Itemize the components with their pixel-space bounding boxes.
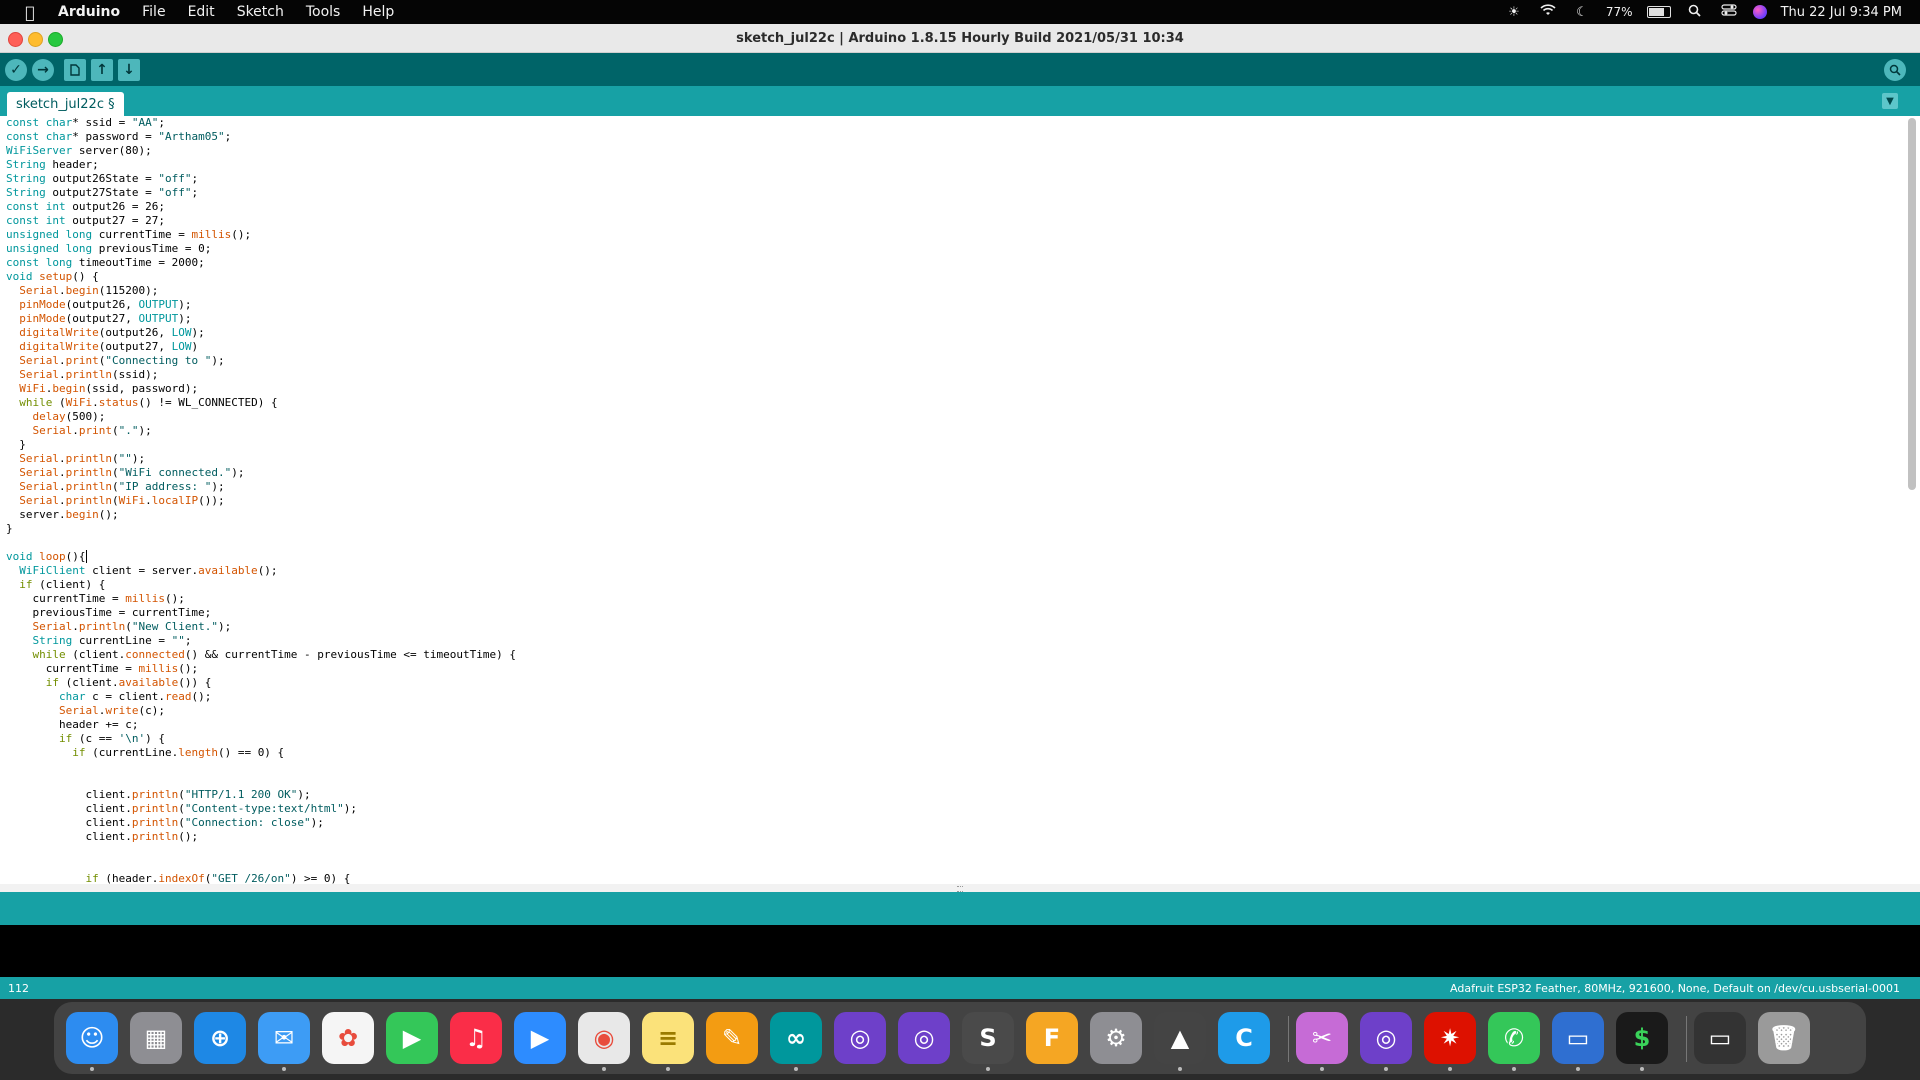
rocket-icon[interactable]: ▲	[1154, 1012, 1206, 1064]
arduino-toolbar: ✓ → ↑ ↓	[0, 53, 1920, 86]
control-center-icon[interactable]	[1719, 4, 1739, 20]
open-sketch-button[interactable]: ↑	[91, 59, 113, 81]
running-indicator	[1576, 1067, 1580, 1071]
status-footer: 112 Adafruit ESP32 Feather, 80MHz, 92160…	[0, 977, 1920, 999]
minimized-window-icon[interactable]: ▭	[1694, 1012, 1746, 1064]
code-editor[interactable]: const char* ssid = "AA"; const char* pas…	[0, 116, 1920, 884]
new-icon	[70, 64, 80, 76]
dock-separator	[1686, 1016, 1687, 1062]
music-icon[interactable]: ♫	[450, 1012, 502, 1064]
verify-icon: ✓	[10, 62, 22, 78]
github-icon[interactable]: ◎	[1360, 1012, 1412, 1064]
keynote-icon[interactable]: ▭	[1552, 1012, 1604, 1064]
code-text[interactable]: const char* ssid = "AA"; const char* pas…	[6, 116, 516, 884]
github-icon[interactable]: ◎	[834, 1012, 886, 1064]
running-indicator	[1320, 1067, 1324, 1071]
chevron-down-icon: ▼	[1886, 95, 1894, 107]
new-sketch-button[interactable]	[64, 59, 86, 81]
running-indicator	[794, 1067, 798, 1071]
menu-file[interactable]: File	[142, 4, 165, 20]
line-number: 112	[8, 981, 29, 995]
running-indicator	[1512, 1067, 1516, 1071]
menu-sketch[interactable]: Sketch	[237, 4, 284, 20]
save-icon: ↓	[123, 62, 135, 78]
verify-button[interactable]: ✓	[5, 59, 27, 81]
running-indicator	[602, 1067, 606, 1071]
upload-button[interactable]: →	[32, 59, 54, 81]
tab-label: sketch_jul22c §	[16, 96, 115, 112]
mathematica-icon[interactable]: ✷	[1424, 1012, 1476, 1064]
console-output[interactable]	[0, 925, 1920, 977]
apple-icon[interactable]: 	[20, 3, 40, 22]
tab-sketch[interactable]: sketch_jul22c §	[7, 92, 124, 116]
running-indicator	[1448, 1067, 1452, 1071]
battery-icon[interactable]	[1646, 6, 1671, 18]
facetime-icon[interactable]: ▶	[386, 1012, 438, 1064]
message-area	[0, 892, 1920, 925]
tab-menu-button[interactable]: ▼	[1882, 93, 1898, 109]
pages-icon[interactable]: ✎	[706, 1012, 758, 1064]
app-menu[interactable]: Arduino	[58, 4, 120, 20]
menubar-clock[interactable]: Thu 22 Jul 9:34 PM	[1781, 5, 1902, 20]
running-indicator	[90, 1067, 94, 1071]
running-indicator	[986, 1067, 990, 1071]
trash-icon[interactable]: 🗑	[1758, 1012, 1810, 1064]
running-indicator	[1178, 1067, 1182, 1071]
tab-bar: sketch_jul22c § ▼	[0, 86, 1920, 116]
zoom-icon[interactable]: ▶	[514, 1012, 566, 1064]
serial-monitor-button[interactable]	[1884, 59, 1906, 81]
mail-icon[interactable]: ✉	[258, 1012, 310, 1064]
arduino-icon[interactable]: ∞	[770, 1012, 822, 1064]
siri-icon[interactable]	[1752, 5, 1767, 19]
sublime-icon[interactable]: S	[962, 1012, 1014, 1064]
magnifier-icon	[1889, 64, 1901, 76]
running-indicator	[1640, 1067, 1644, 1071]
menu-help[interactable]: Help	[362, 4, 394, 20]
running-indicator	[666, 1067, 670, 1071]
launchpad-icon[interactable]: ▦	[130, 1012, 182, 1064]
window-minimize-button[interactable]	[28, 32, 43, 47]
running-indicator	[1384, 1067, 1388, 1071]
photos-icon[interactable]: ✿	[322, 1012, 374, 1064]
menu-tools[interactable]: Tools	[306, 4, 341, 20]
open-icon: ↑	[96, 62, 108, 78]
wifi-icon[interactable]	[1538, 4, 1558, 20]
cura-icon[interactable]: C	[1218, 1012, 1270, 1064]
window-title: sketch_jul22c | Arduino 1.8.15 Hourly Bu…	[736, 30, 1184, 46]
running-indicator	[282, 1067, 286, 1071]
upload-icon: →	[37, 62, 49, 78]
focus-moon-icon[interactable]: ☾	[1572, 5, 1592, 20]
editor-console-divider[interactable]	[0, 884, 1920, 892]
fusion-icon[interactable]: F	[1026, 1012, 1078, 1064]
dock: ☺ ▦ ⊕ ✉ ✿ ▶ ♫ ▶ ◉ ≡ ✎ ∞ ◎ ◎ S F ⚙ ▲ C ✂ ◎ ✷ ✆ ▭ $ ▭ 🗑	[54, 1002, 1866, 1074]
terminal-icon[interactable]: $	[1616, 1012, 1668, 1064]
brightness-icon[interactable]: ☀	[1504, 5, 1524, 20]
battery-percentage: 77%	[1605, 5, 1633, 19]
gear-icon[interactable]: ⚙	[1090, 1012, 1142, 1064]
board-info: Adafruit ESP32 Feather, 80MHz, 921600, N…	[1450, 981, 1900, 995]
safari-icon[interactable]: ⊕	[194, 1012, 246, 1064]
window-close-button[interactable]	[8, 32, 23, 47]
window-zoom-button[interactable]	[48, 32, 63, 47]
github-icon[interactable]: ◎	[898, 1012, 950, 1064]
dock-separator	[1288, 1016, 1289, 1062]
utility-icon[interactable]: ✂	[1296, 1012, 1348, 1064]
menu-bar:  Arduino File Edit Sketch Tools Help ☀ …	[0, 0, 1920, 24]
finder-icon[interactable]: ☺	[66, 1012, 118, 1064]
window-title-bar: sketch_jul22c | Arduino 1.8.15 Hourly Bu…	[0, 24, 1920, 53]
menu-edit[interactable]: Edit	[188, 4, 215, 20]
spotlight-search-icon[interactable]	[1685, 4, 1705, 21]
notes-icon[interactable]: ≡	[642, 1012, 694, 1064]
messages-icon[interactable]: ✆	[1488, 1012, 1540, 1064]
chrome-icon[interactable]: ◉	[578, 1012, 630, 1064]
save-sketch-button[interactable]: ↓	[118, 59, 140, 81]
editor-scrollbar[interactable]	[1908, 118, 1916, 490]
